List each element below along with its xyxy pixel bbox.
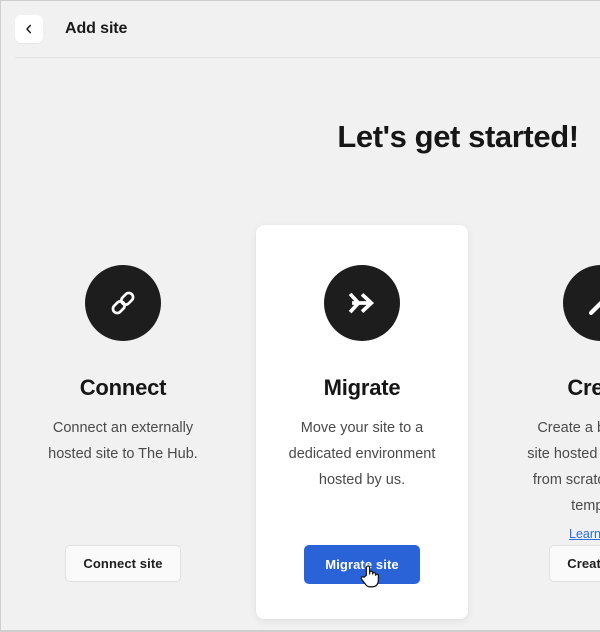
- card-title: Connect: [79, 375, 167, 400]
- migrate-arrows-icon: [324, 265, 400, 341]
- card-action: Create site: [495, 545, 600, 582]
- card-title: Migrate: [323, 375, 401, 400]
- card-connect[interactable]: Connect Connect an externally hosted sit…: [17, 225, 229, 582]
- card-migrate[interactable]: Migrate Move your site to a dedicated en…: [256, 225, 468, 619]
- card-action: Migrate site: [256, 545, 468, 584]
- create-site-button[interactable]: Create site: [549, 545, 600, 582]
- header-divider: [15, 57, 600, 58]
- site-option-cards: Connect Connect an externally hosted sit…: [1, 225, 600, 625]
- page-header: Add site: [1, 1, 600, 57]
- page-title: Add site: [65, 20, 128, 37]
- chevron-left-icon: [24, 24, 34, 34]
- card-title: Create: [567, 375, 600, 400]
- card-create[interactable]: Create Create a brand new site hosted by…: [495, 225, 600, 582]
- card-description: Create a brand new site hosted by us. St…: [527, 420, 600, 514]
- viewport-bottom-border: [1, 630, 600, 631]
- card-action: Connect site: [17, 545, 229, 582]
- back-button[interactable]: [15, 15, 43, 43]
- link-icon: [85, 265, 161, 341]
- learn-more-link[interactable]: Learn more: [569, 527, 600, 541]
- hero-title: Let's get started!: [337, 119, 579, 154]
- migrate-site-button[interactable]: Migrate site: [304, 545, 420, 584]
- hero-section: Let's get started!: [1, 119, 600, 155]
- connect-site-button[interactable]: Connect site: [65, 545, 181, 582]
- add-site-screen: Add site Let's get started! Connect Conn…: [0, 0, 600, 632]
- magic-wand-icon: [563, 265, 600, 341]
- card-description: Move your site to a dedicated environmen…: [288, 420, 436, 488]
- card-description: Connect an externally hosted site to The…: [48, 420, 198, 462]
